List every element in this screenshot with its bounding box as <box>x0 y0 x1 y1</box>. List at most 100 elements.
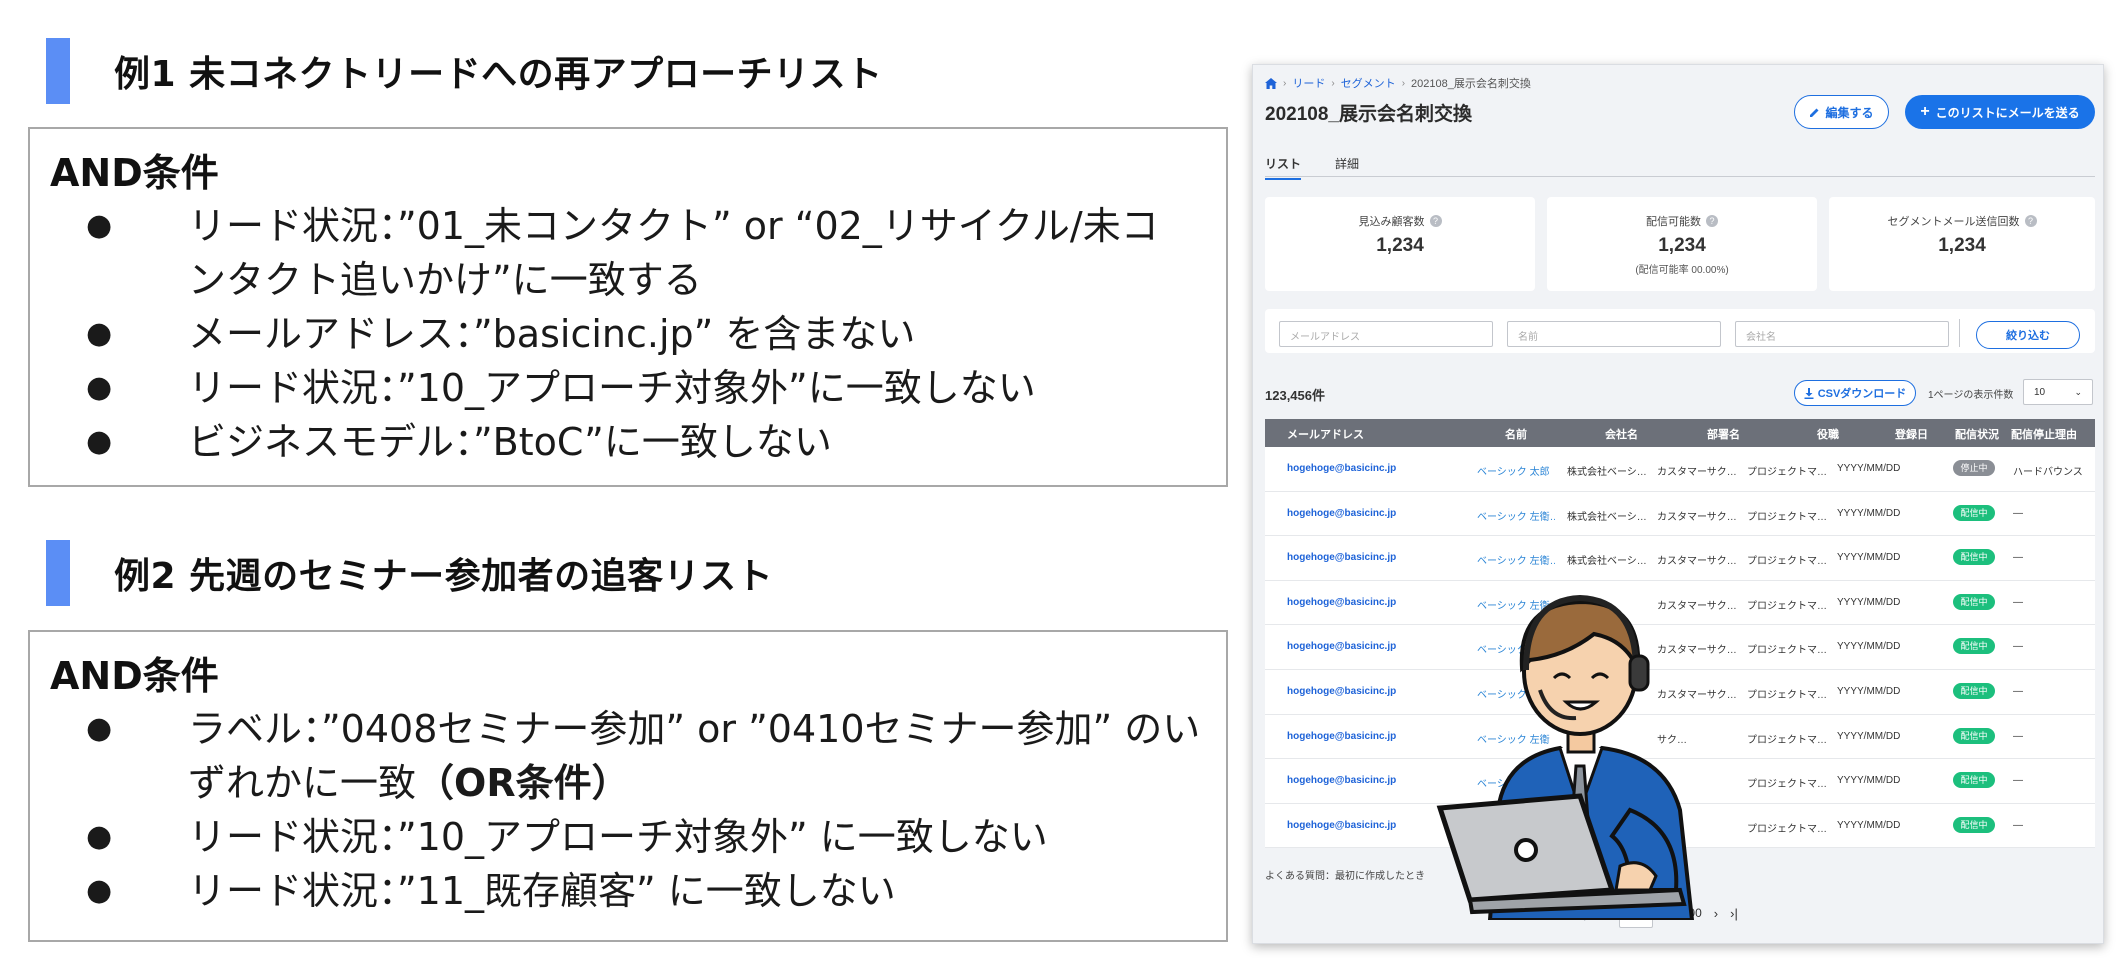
stat-label: セグメントメール送信回数 <box>1887 216 2020 228</box>
cond-text: ンタクト追いかけ”に一致する <box>188 258 702 302</box>
example2-heading: 例2 先週のセミナー参加者の追客リスト <box>46 540 773 606</box>
home-icon[interactable] <box>1265 77 1277 89</box>
cond-text: ラベル：”0408セミナー参加” or ”0410セミナー参加” のい <box>188 707 1201 751</box>
status-badge: 配信中 <box>1953 682 1995 699</box>
chevron-down-icon: ⌄ <box>2074 387 2082 397</box>
cell-role: プロジェクトマ… <box>1747 511 1827 523</box>
stat-value: 1,234 <box>1658 235 1706 256</box>
operator-illustration <box>1436 594 1695 920</box>
stat-card-deliverable: 配信可能数? 1,234 (配信可能率 00.00%) <box>1547 197 1817 291</box>
cell-company: 株式会社ベーシ… <box>1567 467 1647 478</box>
cell-department: カスタマーサク… <box>1657 511 1737 523</box>
stat-card-prospects: 見込み顧客数? 1,234 <box>1265 197 1535 291</box>
cond-text: リード状況：”10_アプローチ対象外” に一致しない <box>188 815 1048 859</box>
example1-title: 例1 未コネクトリードへの再アプローチリスト <box>114 54 883 95</box>
cell-date: YYYY/MM/DD <box>1837 641 1901 653</box>
breadcrumb-lead[interactable]: リード <box>1292 75 1325 91</box>
headset-ear-icon <box>1628 654 1650 692</box>
cell-reason: — <box>2013 730 2023 742</box>
laptop-logo-icon <box>1514 838 1538 862</box>
cell-name[interactable]: ベーシック 太郎 <box>1477 463 1550 478</box>
col-status[interactable]: 配信状況 <box>1955 426 1999 442</box>
stat-label: 見込み顧客数 <box>1358 216 1425 228</box>
breadcrumb-separator: › <box>1283 77 1287 89</box>
cell-reason: — <box>2013 641 2023 653</box>
cond-text: メールアドレス：”basicinc.jp” を含まない <box>188 312 916 356</box>
tab-list[interactable]: リスト <box>1265 155 1302 180</box>
col-name[interactable]: 名前 <box>1505 426 1527 442</box>
help-icon[interactable]: ? <box>1429 215 1442 227</box>
cell-email[interactable]: hogehoge@basicinc.jp <box>1287 463 1396 474</box>
example1-cond-title: AND条件 <box>50 151 219 195</box>
bullet-icon: ● <box>86 711 113 746</box>
col-role[interactable]: 役職 <box>1817 426 1839 442</box>
stat-card-segment-mails: セグメントメール送信回数? 1,234 <box>1829 197 2095 291</box>
bullet-icon: ● <box>86 819 113 854</box>
csv-label: CSVダウンロード <box>1817 388 1907 400</box>
email-filter-input[interactable]: メールアドレス <box>1279 321 1493 347</box>
tab-detail[interactable]: 詳細 <box>1335 155 1359 172</box>
status-badge: 配信中 <box>1953 772 1995 789</box>
cond-item: ● ラベル：”0408セミナー参加” or ”0410セミナー参加” のい ずれかに… <box>50 702 1206 810</box>
edit-button-label: 編集する <box>1825 105 1874 120</box>
status-badge: 配信中 <box>1953 816 1995 833</box>
tab-bar: リスト 詳細 <box>1265 151 2095 180</box>
filter-button[interactable]: 絞り込む <box>1976 321 2080 349</box>
table-row[interactable]: hogehoge@basicinc.jp ベーシック 左衛… 株式会社ベーシ… カスタ… <box>1265 492 2095 537</box>
table-row[interactable]: hogehoge@basicinc.jp ベーシック 太郎 株式会社ベーシ… カスタマ… <box>1265 447 2095 492</box>
stat-sub: (配信可能率 00.00%) <box>1635 265 1729 276</box>
filter-bar: メールアドレス 名前 会社名 絞り込む <box>1265 309 2095 353</box>
example2-cond-title: AND条件 <box>50 654 219 698</box>
col-company[interactable]: 会社名 <box>1605 426 1638 442</box>
bullet-icon: ● <box>86 208 113 243</box>
cond-text: リード状況：”10_アプローチ対象外”に一致しない <box>188 366 1036 410</box>
cond-item: ● リード状況：”11_既存顧客” に一致しない <box>50 864 1206 918</box>
bullet-icon: ● <box>86 316 113 351</box>
cell-reason: — <box>2013 819 2023 831</box>
cell-name[interactable]: ベーシック 左衛… <box>1477 508 1555 523</box>
csv-download-button[interactable]: CSVダウンロード <box>1794 380 1916 406</box>
breadcrumb-segment[interactable]: セグメント <box>1341 75 1396 91</box>
status-badge: 配信中 <box>1953 638 1995 655</box>
per-page-value: 10 <box>2034 387 2046 398</box>
cell-reason: — <box>2013 685 2023 697</box>
cell-date: YYYY/MM/DD <box>1837 552 1901 564</box>
status-badge: 配信中 <box>1953 727 1995 744</box>
example2-condition-box: AND条件 ● ラベル：”0408セミナー参加” or ”0410セミナー参加” … <box>28 630 1228 942</box>
edit-button[interactable]: 編集する <box>1794 95 1889 129</box>
cond-text: リード状況：”11_既存顧客” に一致しない <box>188 869 896 913</box>
result-count: 123,456件 <box>1265 388 1325 403</box>
bullet-icon: ● <box>86 873 113 908</box>
col-reason[interactable]: 配信停止理由 <box>2011 426 2077 442</box>
cell-date: YYYY/MM/DD <box>1837 463 1901 474</box>
plus-icon: + <box>1920 103 1930 120</box>
company-filter-input[interactable]: 会社名 <box>1735 321 1949 347</box>
cell-reason: ハードバウンス <box>2013 467 2083 478</box>
cond-item: ● メールアドレス：”basicinc.jp” を含まない <box>50 307 1206 361</box>
page-title: 202108_展示会名刺交換 <box>1265 104 1472 125</box>
per-page-select[interactable]: 10 ⌄ <box>2023 379 2093 405</box>
cell-reason: — <box>2013 507 2023 519</box>
cell-date: YYYY/MM/DD <box>1837 819 1901 831</box>
example1-condition-box: AND条件 ● リード状況：”01_未コンタクト” or “02_リサイクル/未コ… <box>28 127 1228 487</box>
status-badge: 配信中 <box>1953 549 1995 566</box>
example2-cond-list: ● ラベル：”0408セミナー参加” or ”0410セミナー参加” のい ずれかに… <box>50 702 1206 918</box>
table-header: メールアドレス 名前 会社名 部署名 役職 登録日 配信状況 配信停止理由 <box>1265 419 2095 447</box>
name-filter-input[interactable]: 名前 <box>1507 321 1721 347</box>
breadcrumb-separator: › <box>1331 77 1335 89</box>
example1-cond-list: ● リード状況：”01_未コンタクト” or “02_リサイクル/未コ ンタクト追い… <box>50 199 1206 469</box>
help-icon[interactable]: ? <box>2024 215 2037 227</box>
cell-role: プロジェクトマ… <box>1747 467 1827 478</box>
help-icon[interactable]: ? <box>1706 215 1718 227</box>
cond-text: リード状況：”01_未コンタクト” or “02_リサイクル/未コ <box>188 204 1159 248</box>
col-department[interactable]: 部署名 <box>1707 426 1740 442</box>
cell-email[interactable]: hogehoge@basicinc.jp <box>1287 508 1396 519</box>
cond-text-bold: （OR条件） <box>416 761 630 805</box>
cond-text: ビジネスモデル：”BtoC”に一致しない <box>188 420 832 464</box>
col-date[interactable]: 登録日 <box>1895 426 1928 442</box>
stat-value: 1,234 <box>1376 235 1424 256</box>
col-email[interactable]: メールアドレス <box>1287 426 1364 442</box>
send-mail-button[interactable]: + このリストにメールを送る <box>1905 95 2095 129</box>
bullet-icon: ● <box>86 424 113 459</box>
send-mail-label: このリストにメールを送る <box>1935 105 2080 120</box>
